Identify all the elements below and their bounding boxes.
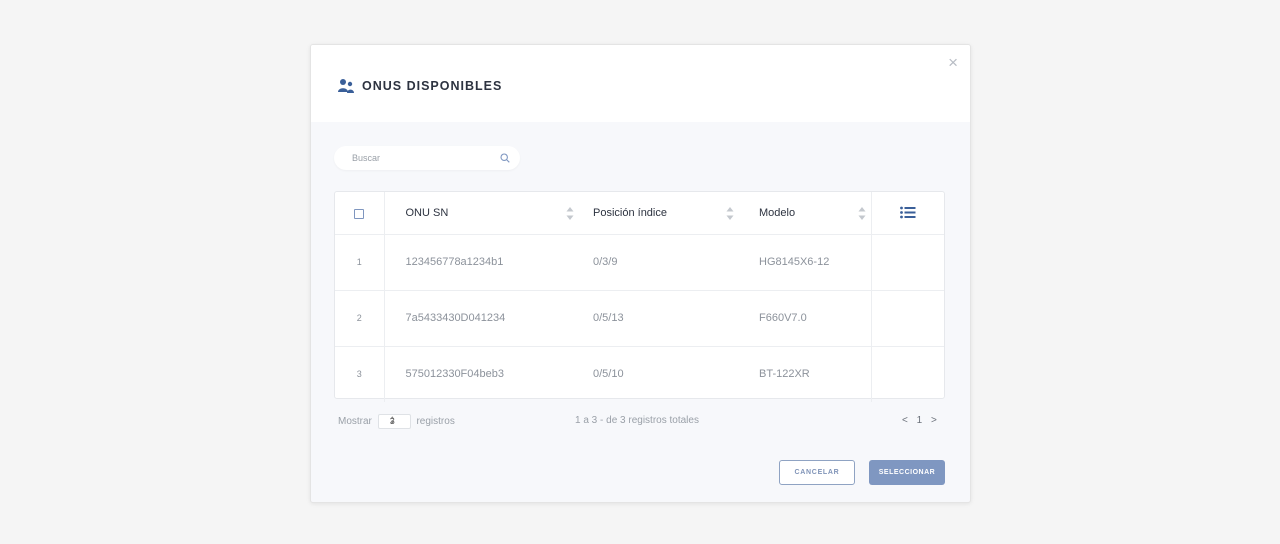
position-cell: 0/5/10 xyxy=(572,345,738,402)
cancel-button[interactable]: CANCELAR xyxy=(779,460,855,485)
column-label-position: Posición índice xyxy=(593,206,667,219)
select-all-cell xyxy=(335,192,385,235)
table-row[interactable]: 1 123456778a1234b1 0/3/9 HG8145X6-12 xyxy=(335,234,944,290)
row-menu-cell xyxy=(870,345,944,402)
table-header-row: ONU SN Posición índice Modelo xyxy=(335,192,944,235)
prev-page-button[interactable]: < xyxy=(902,415,908,426)
table-row[interactable]: 2 7a5433430D041234 0/5/13 F660V7.0 xyxy=(335,289,944,346)
page-number-button[interactable]: 1 xyxy=(917,415,923,426)
onu-sn-cell: 7a5433430D041234 xyxy=(384,289,572,346)
modal-title: ONUS DISPONIBLES xyxy=(362,79,503,93)
position-cell: 0/5/13 xyxy=(572,289,738,346)
row-menu-cell xyxy=(870,234,944,290)
records-summary: 1 a 3 - de 3 registros totales xyxy=(575,415,699,426)
row-index: 3 xyxy=(335,345,385,402)
column-label-model: Modelo xyxy=(759,206,796,219)
spinner-icon: ▲ ▼ xyxy=(389,415,395,426)
onus-modal: × ONUS DISPONIBLES ONU SN xyxy=(310,44,971,503)
list-icon[interactable] xyxy=(899,206,916,219)
table-row[interactable]: 3 575012330F04beb3 0/5/10 BT-122XR xyxy=(335,345,944,402)
users-icon xyxy=(338,79,354,93)
page-size-control: Mostrar 3 ▲ ▼ registros xyxy=(338,414,455,429)
column-header-model[interactable]: Modelo xyxy=(738,192,871,235)
modal-header: × ONUS DISPONIBLES xyxy=(311,45,970,122)
sort-icon[interactable] xyxy=(726,206,734,221)
page-size-select[interactable]: 3 ▲ ▼ xyxy=(377,414,411,429)
search-input[interactable] xyxy=(334,146,499,170)
next-page-button[interactable]: > xyxy=(931,415,937,426)
onus-table: ONU SN Posición índice Modelo 1 12345677… xyxy=(334,191,945,402)
onu-sn-cell: 123456778a1234b1 xyxy=(405,256,504,268)
records-label: registros xyxy=(416,416,455,427)
show-label: Mostrar xyxy=(338,416,372,427)
close-icon[interactable]: × xyxy=(948,54,958,72)
model-cell: F660V7.0 xyxy=(738,289,871,346)
column-header-position[interactable]: Posición índice xyxy=(572,192,738,235)
row-menu-cell xyxy=(870,289,944,346)
model-cell: BT-122XR xyxy=(738,345,871,402)
select-all-checkbox[interactable] xyxy=(354,209,365,220)
row-index: 2 xyxy=(335,289,385,346)
onu-sn-cell: 575012330F04beb3 xyxy=(384,345,572,402)
column-label-onu-sn: ONU SN xyxy=(405,206,449,219)
pagination: < 1 > xyxy=(899,415,940,426)
select-button[interactable]: SELECCIONAR xyxy=(869,460,945,485)
row-index: 1 xyxy=(335,234,385,290)
column-menu-cell xyxy=(870,192,944,235)
sort-icon[interactable] xyxy=(858,206,866,221)
search-box xyxy=(334,146,520,170)
position-cell: 0/3/9 xyxy=(593,256,618,268)
column-header-onu-sn[interactable]: ONU SN xyxy=(384,192,573,235)
search-icon[interactable] xyxy=(500,153,510,163)
model-cell: HG8145X6-12 xyxy=(759,256,830,268)
